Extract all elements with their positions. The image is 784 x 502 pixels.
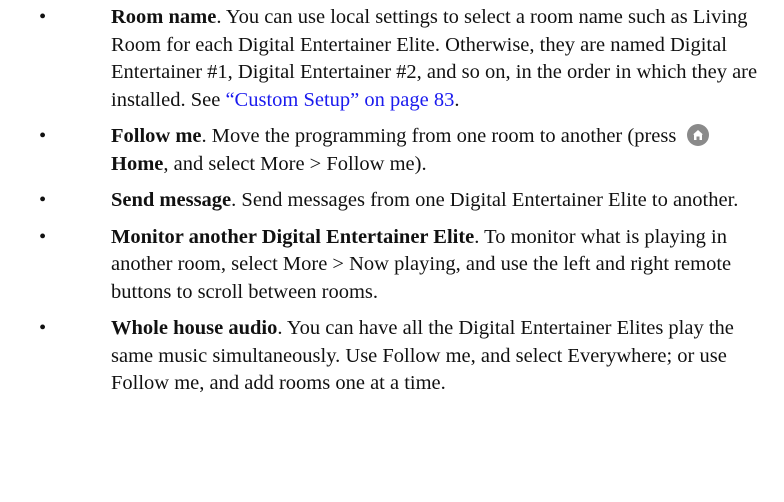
list-item-room-name: • Room name. You can use local settings … [39, 4, 770, 114]
period: . [454, 88, 460, 111]
bullet-marker: • [39, 225, 47, 248]
term-room-name: Room name [111, 6, 217, 28]
list-item-send-message: • Send message. Send messages from one D… [39, 187, 770, 215]
description-follow-me-part1: . Move the programming from one room to … [201, 125, 682, 147]
list-item-follow-me: • Follow me. Move the programming from o… [39, 123, 770, 178]
bullet-marker: • [39, 6, 47, 28]
term-whole-house-audio: Whole house audio [111, 317, 278, 339]
description-follow-me-part2: , and select More > Follow me). [163, 152, 427, 175]
document-page: • Room name. You can use local settings … [0, 0, 784, 502]
term-follow-me: Follow me [111, 125, 202, 147]
description-send-message: . Send messages from one Digital Enterta… [231, 189, 739, 211]
bullet-marker: • [39, 125, 47, 147]
feature-list: • Room name. You can use local settings … [39, 4, 770, 398]
home-icon [687, 124, 710, 146]
bullet-marker: • [39, 317, 47, 339]
bullet-marker: • [39, 189, 47, 211]
term-send-message: Send message [111, 189, 232, 211]
home-label: Home [111, 152, 164, 175]
term-monitor: Monitor another Digital Entertainer Elit… [111, 225, 475, 248]
list-item-whole-house-audio: • Whole house audio. You can have all th… [39, 315, 770, 398]
custom-setup-link[interactable]: “Custom Setup” on page 83 [225, 89, 454, 111]
list-item-monitor: • Monitor another Digital Entertainer El… [39, 224, 770, 307]
